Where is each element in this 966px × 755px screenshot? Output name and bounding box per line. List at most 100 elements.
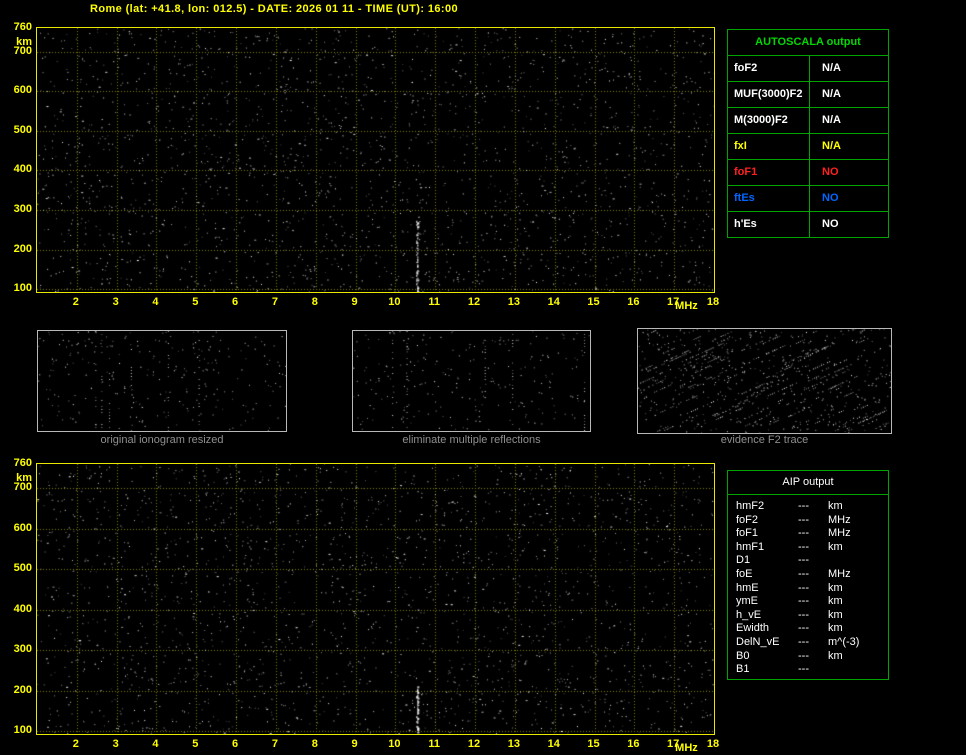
autoscala-param-value: NO (810, 160, 888, 185)
aip-param-value: --- (798, 636, 828, 650)
aip-param-label: B1 (736, 663, 798, 677)
aip-param-label: h_vE (736, 609, 798, 623)
autoscala-param-value: N/A (810, 82, 888, 107)
aip-param-unit: km (828, 582, 888, 596)
table-row: ymE --- km (728, 595, 888, 609)
autoscala-panel-title: AUTOSCALA output (728, 30, 888, 55)
y-axis-unit-label: km (2, 36, 32, 48)
x-tick-label: 2 (63, 738, 89, 750)
table-row: h'Es NO (728, 211, 888, 237)
x-tick-label: 12 (461, 738, 487, 750)
aip-param-value: --- (798, 582, 828, 596)
aip-param-unit: MHz (828, 568, 888, 582)
aip-param-label: foF1 (736, 527, 798, 541)
aip-param-label: D1 (736, 554, 798, 568)
aip-param-value: --- (798, 650, 828, 664)
aip-param-unit: km (828, 650, 888, 664)
table-row: hmE --- km (728, 582, 888, 596)
x-tick-label: 4 (142, 738, 168, 750)
aip-param-unit: m^(-3) (828, 636, 888, 650)
x-tick-label: 9 (342, 296, 368, 308)
aip-param-value: --- (798, 500, 828, 514)
x-tick-label: 9 (342, 738, 368, 750)
y-tick-label: 760 (2, 21, 32, 33)
table-row: hmF1 --- km (728, 541, 888, 555)
aip-param-label: hmF2 (736, 500, 798, 514)
thumbnail-caption: eliminate multiple reflections (352, 434, 591, 446)
aip-param-label: ymE (736, 595, 798, 609)
table-row: DelN_vE --- m^(-3) (728, 636, 888, 650)
table-row: B0 --- km (728, 650, 888, 664)
aip-param-value: --- (798, 622, 828, 636)
table-row: hmF2 --- km (728, 500, 888, 514)
aip-rows: hmF2 --- km foF2 --- MHz foF1 --- MHz hm… (728, 495, 888, 677)
y-tick-label: 500 (2, 562, 32, 574)
x-tick-label: 5 (182, 296, 208, 308)
autoscala-param-value: N/A (810, 108, 888, 133)
aip-param-unit: km (828, 541, 888, 555)
x-tick-label: 3 (103, 738, 129, 750)
table-row: h_vE --- km (728, 609, 888, 623)
table-row: fxI N/A (728, 133, 888, 159)
aip-param-value: --- (798, 663, 828, 677)
autoscala-param-value: N/A (810, 134, 888, 159)
aip-param-unit: km (828, 500, 888, 514)
aip-param-label: B0 (736, 650, 798, 664)
autoscala-param-label: fxI (728, 134, 810, 159)
table-row: Ewidth --- km (728, 622, 888, 636)
x-tick-label: 11 (421, 296, 447, 308)
x-tick-label: 16 (620, 738, 646, 750)
autoscala-param-label: foF1 (728, 160, 810, 185)
aip-param-unit: MHz (828, 527, 888, 541)
x-tick-label: 4 (142, 296, 168, 308)
ionogram-bottom-plot (36, 463, 715, 735)
aip-output-panel: AIP output hmF2 --- km foF2 --- MHz foF1… (727, 470, 889, 680)
y-tick-label: 400 (2, 603, 32, 615)
table-row: foE --- MHz (728, 568, 888, 582)
x-tick-label: 14 (541, 296, 567, 308)
y-tick-label: 200 (2, 684, 32, 696)
x-axis-unit-label: MHz (675, 300, 698, 312)
x-tick-label: 10 (381, 738, 407, 750)
autoscala-param-label: M(3000)F2 (728, 108, 810, 133)
autoscala-param-value: NO (810, 186, 888, 211)
x-axis-unit-label: MHz (675, 742, 698, 754)
aip-param-label: Ewidth (736, 622, 798, 636)
y-tick-label: 760 (2, 457, 32, 469)
x-tick-label: 12 (461, 296, 487, 308)
table-row: foF1 --- MHz (728, 527, 888, 541)
x-tick-label: 18 (700, 738, 726, 750)
aip-param-label: foF2 (736, 514, 798, 528)
aip-param-value: --- (798, 541, 828, 555)
y-tick-label: 400 (2, 163, 32, 175)
x-tick-label: 6 (222, 296, 248, 308)
table-row: foF2 --- MHz (728, 514, 888, 528)
x-tick-label: 18 (700, 296, 726, 308)
aip-param-unit (828, 663, 888, 677)
aip-param-label: hmF1 (736, 541, 798, 555)
autoscala-param-label: MUF(3000)F2 (728, 82, 810, 107)
y-tick-label: 300 (2, 643, 32, 655)
x-tick-label: 7 (262, 738, 288, 750)
table-row: D1 --- (728, 554, 888, 568)
aip-param-value: --- (798, 609, 828, 623)
aip-panel-title: AIP output (728, 471, 888, 495)
autoscala-screen: { "header": { "title": "Rome (lat: +41.8… (0, 0, 966, 755)
aip-param-label: DelN_vE (736, 636, 798, 650)
table-row: ftEs NO (728, 185, 888, 211)
thumbnail-original-ionogram (37, 330, 287, 432)
aip-param-unit: MHz (828, 514, 888, 528)
x-tick-label: 6 (222, 738, 248, 750)
x-tick-label: 13 (501, 738, 527, 750)
thumbnail-multiple-reflections-removed (352, 330, 591, 432)
autoscala-param-value: N/A (810, 56, 888, 81)
aip-param-label: foE (736, 568, 798, 582)
thumbnail-f2-trace-evidence (637, 328, 892, 434)
thumbnail-caption: evidence F2 trace (637, 434, 892, 446)
aip-param-label: hmE (736, 582, 798, 596)
x-tick-label: 10 (381, 296, 407, 308)
aip-param-value: --- (798, 554, 828, 568)
y-tick-label: 100 (2, 282, 32, 294)
y-tick-label: 200 (2, 243, 32, 255)
x-tick-label: 11 (421, 738, 447, 750)
